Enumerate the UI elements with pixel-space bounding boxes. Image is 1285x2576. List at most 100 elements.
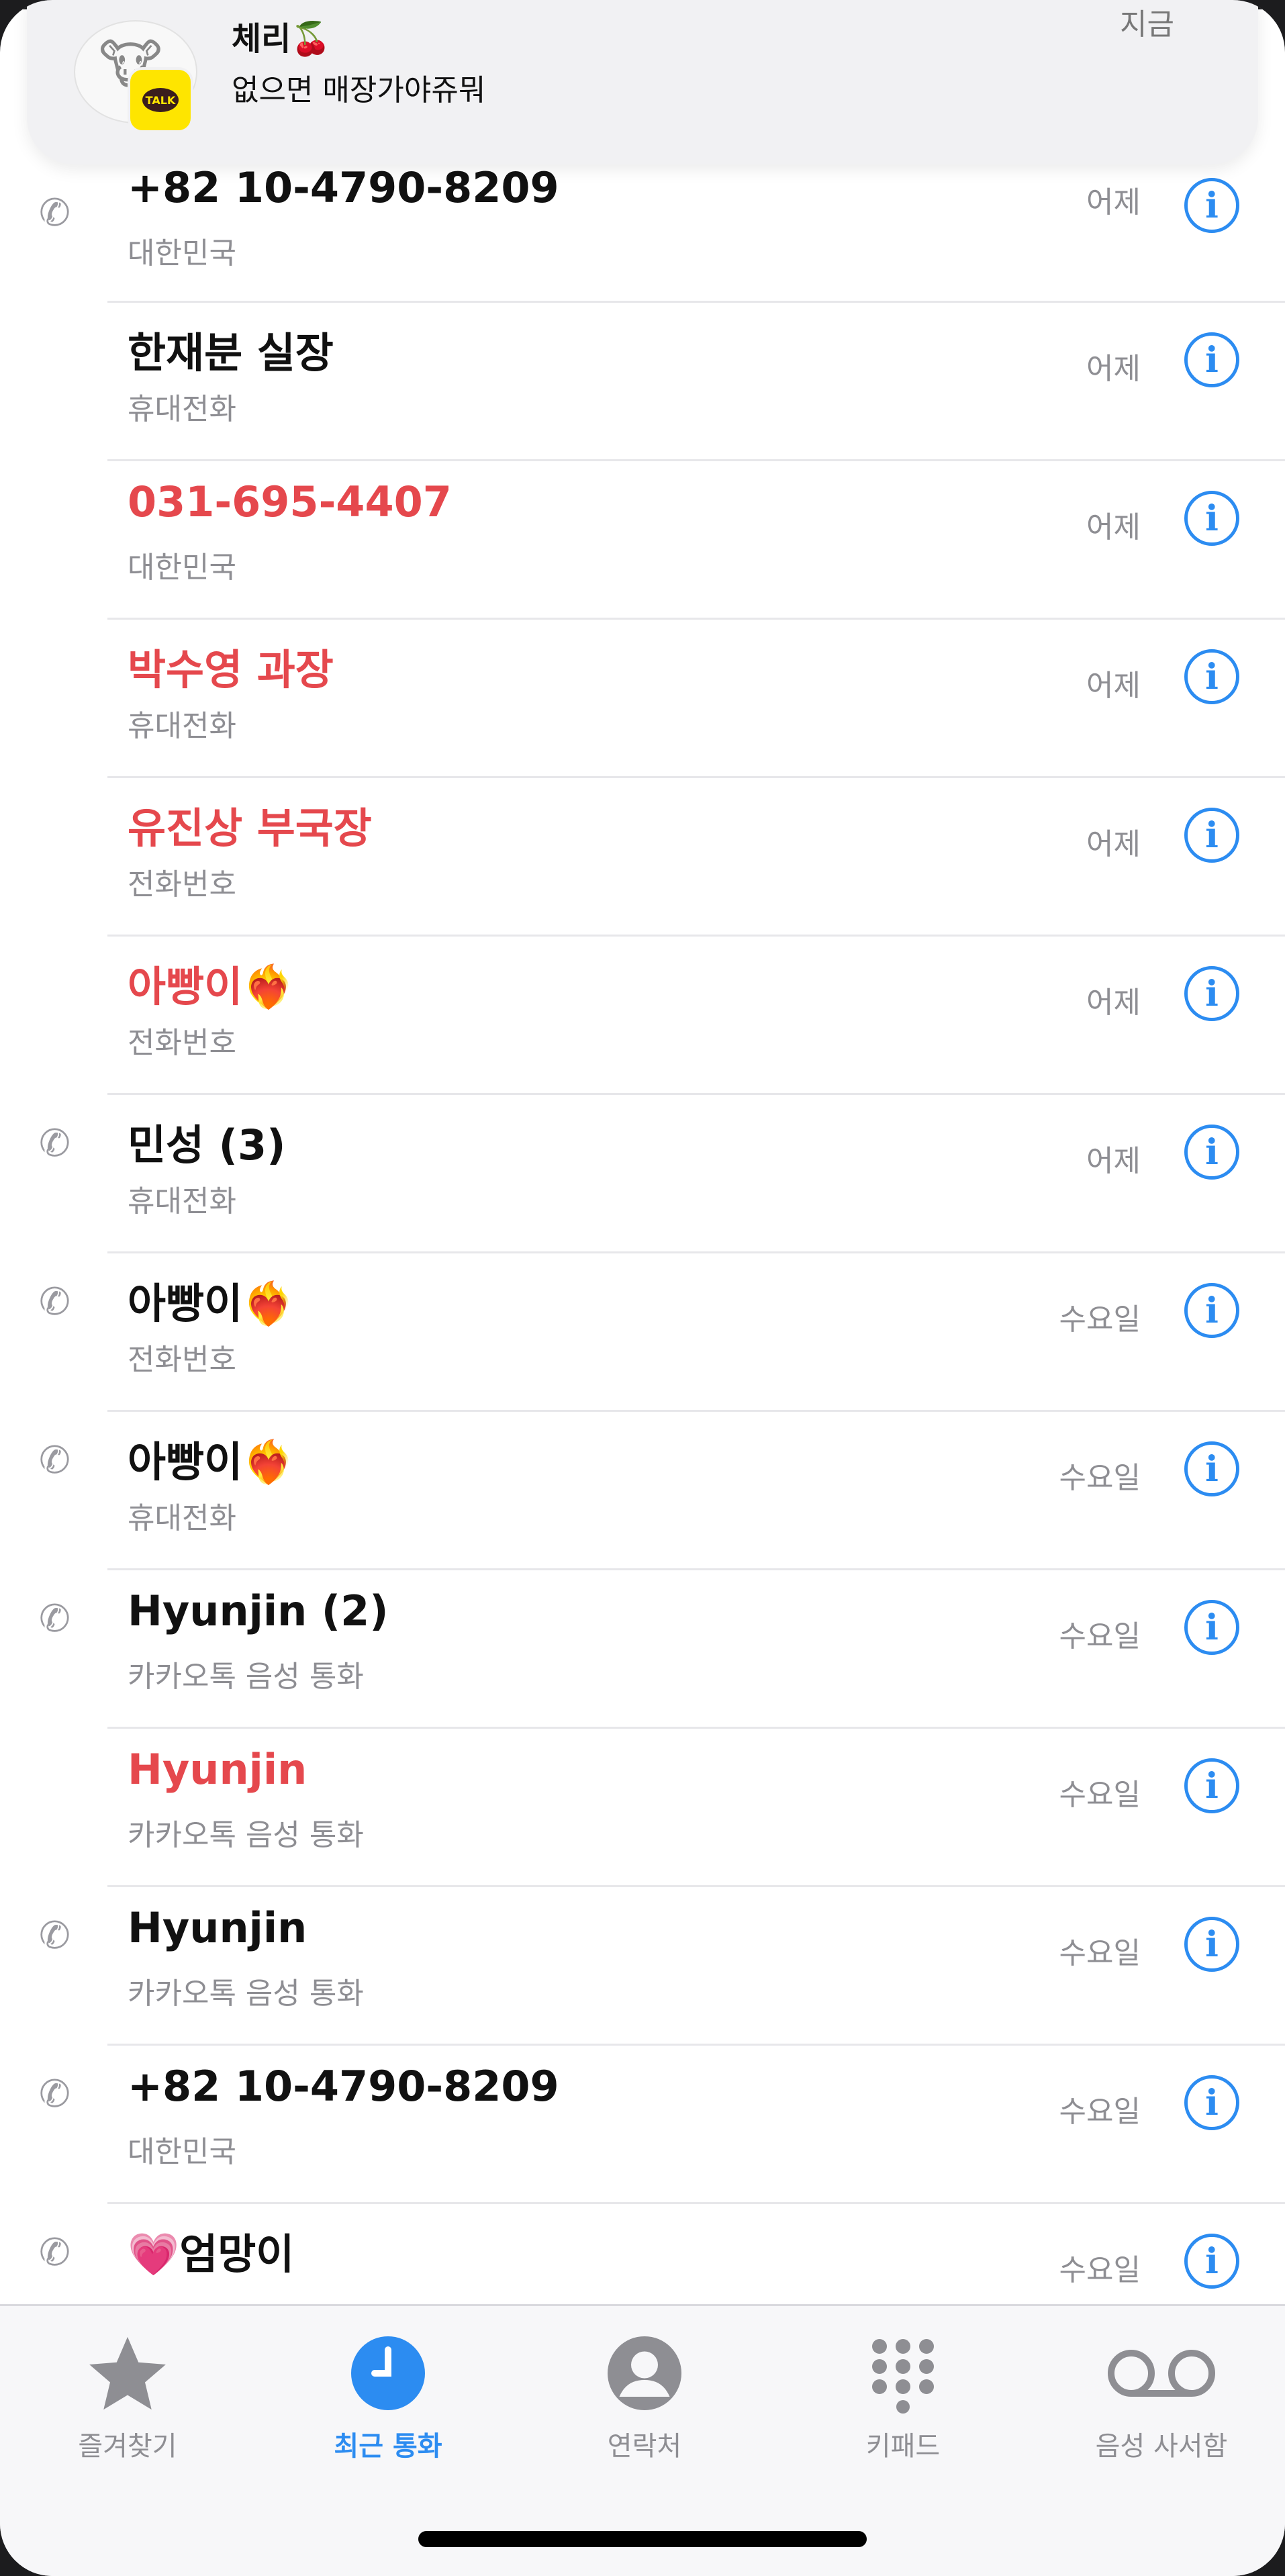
info-icon[interactable]: i	[1184, 491, 1239, 546]
tab-keypad[interactable]: 키패드	[802, 2326, 1004, 2463]
phone-screen: 🐮 TALK 체리🍒 없으면 매장가야쥬뭐 지금 ✆ +82 10-4790-82…	[0, 0, 1285, 2576]
keypad-icon	[802, 2326, 1004, 2420]
kakaotalk-icon: TALK	[128, 67, 193, 133]
star-icon	[27, 2326, 228, 2420]
tab-label: 즐겨찾기	[78, 2431, 177, 2462]
call-name: 💗엄망이	[128, 2230, 295, 2279]
recent-calls-list: ✆ +82 10-4790-8209 대한민국 어제 i 한재분 실장 휴대전화 어제 i 031…	[0, 163, 1285, 2363]
call-row[interactable]: 박수영 과장휴대전화 어제 i	[0, 620, 1285, 778]
info-icon[interactable]: i	[1184, 2234, 1239, 2289]
call-type: 휴대전화	[128, 392, 236, 426]
call-row[interactable]: ✆ Hyunjin 카카오톡 음성 통화 수요일 i	[0, 1887, 1285, 2046]
call-row[interactable]: ✆ +82 10-4790-8209 대한민국 어제 i	[0, 163, 1285, 303]
clock-icon	[287, 2326, 489, 2420]
outgoing-call-icon: ✆	[39, 1280, 70, 1324]
outgoing-call-icon: ✆	[39, 1122, 70, 1165]
call-type: 대한민국	[128, 236, 236, 271]
person-icon	[544, 2326, 745, 2420]
tab-recents[interactable]: 최근 통화	[287, 2326, 489, 2463]
call-type: 대한민국	[128, 551, 236, 585]
call-row[interactable]: 한재분 실장휴대전화 어제 i	[0, 303, 1285, 461]
outgoing-call-icon: ✆	[39, 2231, 70, 2275]
info-icon[interactable]: i	[1184, 332, 1239, 387]
call-row[interactable]: ✆ 아빵이❤️‍🔥 휴대전화 수요일 i	[0, 1412, 1285, 1570]
call-name: 아빵이❤️‍🔥	[128, 962, 295, 1011]
info-icon[interactable]: i	[1184, 649, 1239, 704]
call-date: 어제	[1086, 352, 1141, 386]
outgoing-call-icon: ✆	[39, 1597, 70, 1641]
call-date: 수요일	[1059, 1936, 1141, 1970]
info-icon[interactable]: i	[1184, 178, 1239, 233]
call-date: 수요일	[1059, 1619, 1141, 1654]
kakao-bubble: TALK	[142, 88, 179, 112]
call-name: 031-695-4407	[128, 477, 452, 526]
tab-label: 연락처	[607, 2431, 682, 2462]
call-row[interactable]: ✆ 민성 (3) 휴대전화 어제 i	[0, 1095, 1285, 1253]
tab-voicemail[interactable]: 음성 사서함	[1061, 2326, 1262, 2463]
call-date: 수요일	[1059, 1302, 1141, 1337]
call-name: 유진상 부국장	[128, 804, 372, 853]
tab-contacts[interactable]: 연락처	[544, 2326, 745, 2463]
tab-label: 최근 통화	[334, 2431, 442, 2462]
outgoing-call-icon: ✆	[39, 191, 70, 235]
call-date: 수요일	[1059, 2095, 1141, 2129]
call-date: 어제	[1086, 1144, 1141, 1178]
notification-message: 없으면 매장가야쥬뭐	[232, 73, 486, 107]
info-icon[interactable]: i	[1184, 1283, 1239, 1338]
call-date: 수요일	[1059, 2253, 1141, 2287]
call-type: 전화번호	[128, 1343, 236, 1377]
call-row[interactable]: ✆ +82 10-4790-8209 대한민국 수요일 i	[0, 2046, 1285, 2204]
call-type: 카카오톡 음성 통화	[128, 1818, 364, 1852]
call-name: Hyunjin	[128, 1745, 307, 1794]
call-row[interactable]: ✆ 아빵이❤️‍🔥 전화번호 수요일 i	[0, 1253, 1285, 1412]
call-name: 아빵이❤️‍🔥	[128, 1279, 295, 1328]
outgoing-call-icon: ✆	[39, 1914, 70, 1958]
call-name: 민성 (3)	[128, 1120, 286, 1170]
call-type: 카카오톡 음성 통화	[128, 1660, 364, 1694]
call-row[interactable]: 031-695-4407 대한민국 어제 i	[0, 461, 1285, 620]
outgoing-call-icon: ✆	[39, 2072, 70, 2116]
call-date: 수요일	[1059, 1461, 1141, 1495]
info-icon[interactable]: i	[1184, 1917, 1239, 1972]
call-name: Hyunjin (2)	[128, 1586, 389, 1635]
voicemail-icon	[1061, 2326, 1262, 2420]
call-name: 박수영 과장	[128, 645, 334, 694]
home-indicator[interactable]	[418, 2531, 867, 2547]
call-name: 한재분 실장	[128, 328, 334, 377]
notification-sender: 체리🍒	[232, 20, 332, 58]
info-icon[interactable]: i	[1184, 1758, 1239, 1813]
call-date: 어제	[1086, 510, 1141, 544]
call-name: +82 10-4790-8209	[128, 2062, 559, 2111]
call-type: 전화번호	[128, 867, 236, 902]
outgoing-call-icon: ✆	[39, 1439, 70, 1482]
call-type: 휴대전화	[128, 1184, 236, 1219]
tab-label: 키패드	[865, 2431, 941, 2462]
call-name: +82 10-4790-8209	[128, 163, 559, 212]
info-icon[interactable]: i	[1184, 1441, 1239, 1496]
call-name: Hyunjin	[128, 1903, 307, 1952]
info-icon[interactable]: i	[1184, 808, 1239, 863]
notification-banner[interactable]: 🐮 TALK 체리🍒 없으면 매장가야쥬뭐 지금	[27, 0, 1258, 164]
info-icon[interactable]: i	[1184, 2075, 1239, 2130]
call-type: 휴대전화	[128, 1501, 236, 1535]
notification-time: 지금	[1120, 7, 1174, 42]
call-row[interactable]: Hyunjin 카카오톡 음성 통화 수요일 i	[0, 1729, 1285, 1887]
info-icon[interactable]: i	[1184, 966, 1239, 1021]
call-row[interactable]: 유진상 부국장전화번호 어제 i	[0, 778, 1285, 937]
call-date: 어제	[1086, 986, 1141, 1020]
tab-label: 음성 사서함	[1095, 2431, 1228, 2462]
call-date: 어제	[1086, 669, 1141, 703]
call-date: 어제	[1086, 185, 1141, 220]
call-name: 아빵이❤️‍🔥	[128, 1437, 295, 1486]
call-type: 휴대전화	[128, 709, 236, 743]
tab-favorites[interactable]: 즐겨찾기	[27, 2326, 228, 2463]
call-date: 수요일	[1059, 1778, 1141, 1812]
call-type: 전화번호	[128, 1026, 236, 1060]
call-row[interactable]: 아빵이❤️‍🔥 전화번호 어제 i	[0, 937, 1285, 1095]
call-date: 어제	[1086, 827, 1141, 861]
call-row[interactable]: ✆ Hyunjin (2) 카카오톡 음성 통화 수요일 i	[0, 1570, 1285, 1729]
info-icon[interactable]: i	[1184, 1125, 1239, 1180]
call-type: 카카오톡 음성 통화	[128, 1976, 364, 2011]
call-type: 대한민국	[128, 2135, 236, 2169]
info-icon[interactable]: i	[1184, 1600, 1239, 1655]
